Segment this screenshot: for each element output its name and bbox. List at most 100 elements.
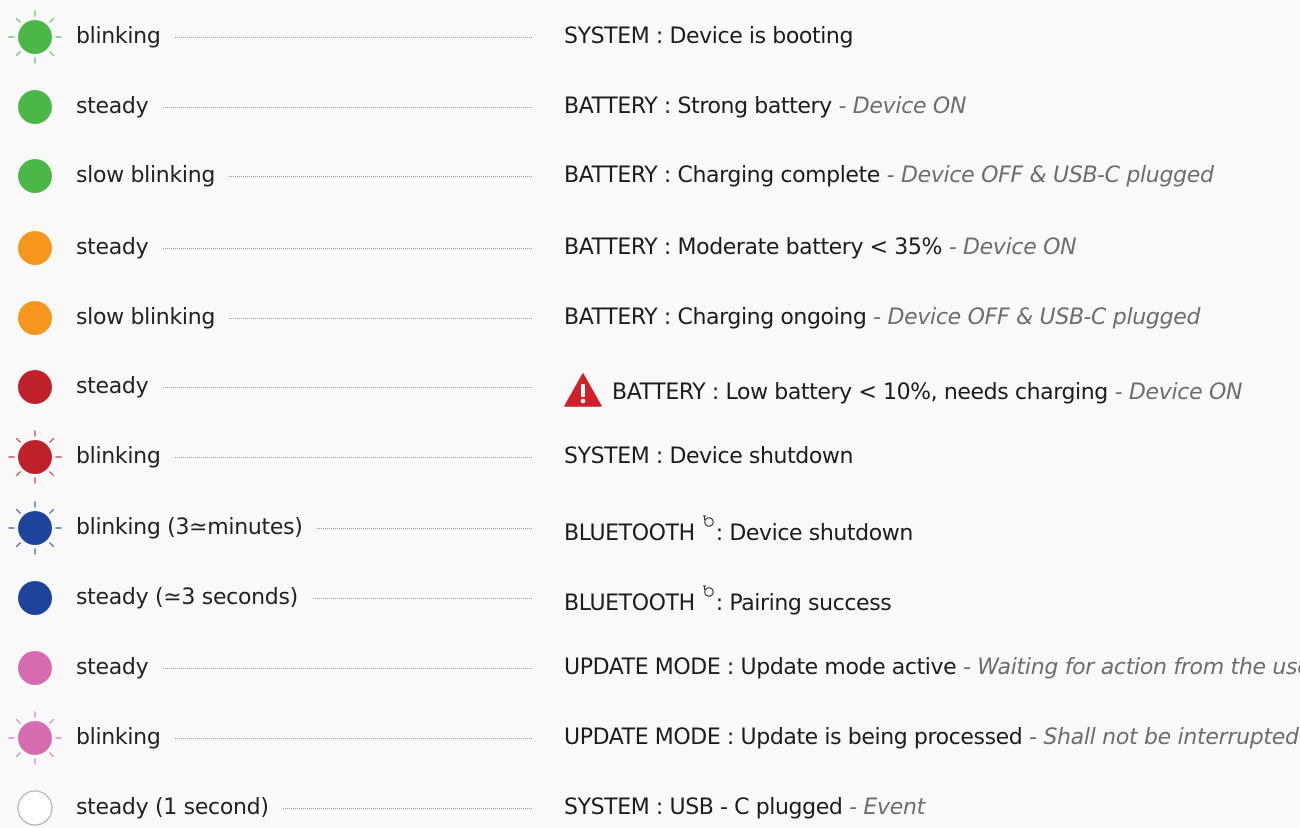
legend-row: steady BATTERY : Strong battery - Device… xyxy=(0,87,1300,127)
legend-row: blinking (3≃minutes) BLUETOOTH: Device s… xyxy=(0,501,1300,555)
legend-row: steady (≃3 seconds) BLUETOOTH: Pairing s… xyxy=(0,578,1300,618)
status-category: BATTERY xyxy=(564,163,658,188)
separator: : xyxy=(657,235,678,260)
led-pink-steady-icon xyxy=(18,651,52,685)
status-description: SYSTEM : Device is booting xyxy=(564,23,853,51)
led-indicator-icon xyxy=(17,230,53,266)
led-indicator-icon xyxy=(17,650,53,686)
status-text: Device is booting xyxy=(669,24,854,49)
led-state-label: steady xyxy=(76,654,163,682)
legend-row: slow blinking BATTERY : Charging ongoing… xyxy=(0,298,1300,338)
separator: : xyxy=(715,521,730,546)
led-green-blinking-icon xyxy=(8,10,62,64)
status-category: BLUETOOTH xyxy=(564,591,695,616)
status-description: BATTERY : Charging ongoing - Device OFF … xyxy=(564,304,1200,332)
led-indicator-icon xyxy=(8,501,62,555)
led-white-steady-icon xyxy=(17,790,53,826)
status-note: - Device ON xyxy=(942,235,1077,260)
status-description: BATTERY : Charging complete - Device OFF… xyxy=(564,162,1214,190)
status-description: BATTERY : Moderate battery < 35% - Devic… xyxy=(564,234,1077,262)
status-text: Update mode active xyxy=(740,655,957,680)
led-indicator-icon xyxy=(8,10,62,64)
dotted-leader-line xyxy=(160,738,532,739)
separator: : xyxy=(720,725,741,750)
status-category: BATTERY xyxy=(612,380,706,405)
legend-row: blinking SYSTEM : Device shutdown xyxy=(0,430,1300,484)
separator: : xyxy=(705,380,726,405)
status-note: - Device ON xyxy=(831,94,967,119)
led-state-label: steady xyxy=(76,93,163,121)
status-description: UPDATE MODE : Update is being processed … xyxy=(564,724,1299,752)
separator: : xyxy=(649,24,670,49)
status-category: UPDATE MODE xyxy=(564,655,721,680)
led-indicator-icon xyxy=(8,711,62,765)
status-note: - Shall not be interrupted xyxy=(1022,725,1299,750)
led-state-label: blinking xyxy=(76,443,175,471)
led-blue-steady-icon xyxy=(18,581,52,615)
led-state-label: blinking xyxy=(76,724,175,752)
status-category: SYSTEM xyxy=(564,444,650,469)
status-category: BATTERY xyxy=(564,305,658,330)
led-green-steady-icon xyxy=(18,90,52,124)
status-category: SYSTEM xyxy=(564,795,650,820)
dotted-leader-line xyxy=(160,107,532,108)
legend-row: blinking UPDATE MODE : Update is being p… xyxy=(0,711,1300,765)
separator: : xyxy=(657,163,678,188)
legend-row: steady (1 second) SYSTEM : USB - C plugg… xyxy=(0,788,1300,828)
led-green-slow-blinking-icon xyxy=(18,159,52,193)
legend-row: steady BATTERY : Low battery < 10%, need… xyxy=(0,367,1300,407)
status-text: Low battery < 10%, needs charging xyxy=(725,380,1109,405)
separator: : xyxy=(649,795,670,820)
dotted-leader-line xyxy=(160,457,532,458)
led-state-label: blinking xyxy=(76,23,175,51)
status-category: BATTERY xyxy=(564,235,658,260)
bluetooth-icon xyxy=(702,585,714,597)
led-orange-slow-blinking-icon xyxy=(18,301,52,335)
dotted-leader-line xyxy=(160,248,532,249)
status-text: Device shutdown xyxy=(729,521,913,546)
status-description: SYSTEM : USB - C plugged - Event xyxy=(564,794,925,822)
separator: : xyxy=(715,591,730,616)
status-description: UPDATE MODE : Update mode active - Waiti… xyxy=(564,654,1300,682)
led-indicator-icon xyxy=(17,158,53,194)
status-text: Device shutdown xyxy=(669,444,854,469)
led-indicator-icon xyxy=(17,300,53,336)
status-text: Pairing success xyxy=(729,591,892,616)
status-text: USB - C plugged xyxy=(669,795,843,820)
separator: : xyxy=(649,444,670,469)
legend-row: steady BATTERY : Moderate battery < 35% … xyxy=(0,228,1300,268)
led-indicator-icon xyxy=(17,580,53,616)
legend-row: steady UPDATE MODE : Update mode active … xyxy=(0,648,1300,688)
status-text: Update is being processed xyxy=(740,725,1023,750)
status-category: UPDATE MODE xyxy=(564,725,721,750)
led-red-steady-icon xyxy=(18,370,52,404)
bluetooth-icon xyxy=(702,515,714,527)
status-note: - Device OFF & USB-C plugged xyxy=(866,305,1201,330)
led-pink-blinking-icon xyxy=(8,711,62,765)
status-category: SYSTEM xyxy=(564,24,650,49)
led-indicator-icon xyxy=(17,369,53,405)
status-description: BATTERY : Low battery < 10%, needs charg… xyxy=(564,373,1243,407)
status-note: - Event xyxy=(842,795,925,820)
status-note: - Device ON xyxy=(1107,380,1243,405)
led-indicator-icon xyxy=(17,89,53,125)
legend-row: blinking SYSTEM : Device is booting xyxy=(0,10,1300,64)
status-note: - Waiting for action from the user xyxy=(956,655,1300,680)
led-indicator-icon xyxy=(8,430,62,484)
status-category: BLUETOOTH xyxy=(564,521,695,546)
dotted-leader-line xyxy=(160,37,532,38)
dotted-leader-line xyxy=(160,668,532,669)
led-state-label: steady xyxy=(76,373,163,401)
status-description: BATTERY : Strong battery - Device ON xyxy=(564,93,966,121)
legend-row: slow blinking BATTERY : Charging complet… xyxy=(0,156,1300,196)
status-category: BATTERY xyxy=(564,94,658,119)
separator: : xyxy=(657,305,678,330)
led-state-label: slow blinking xyxy=(76,162,230,190)
led-indicator-icon xyxy=(17,790,53,826)
led-state-label: steady (1 second) xyxy=(76,794,283,822)
led-state-label: slow blinking xyxy=(76,304,230,332)
status-note: - Device OFF & USB-C plugged xyxy=(879,163,1214,188)
status-text: Moderate battery < 35% xyxy=(677,235,943,260)
dotted-leader-line xyxy=(160,387,532,388)
status-description: BLUETOOTH: Pairing success xyxy=(564,584,892,618)
